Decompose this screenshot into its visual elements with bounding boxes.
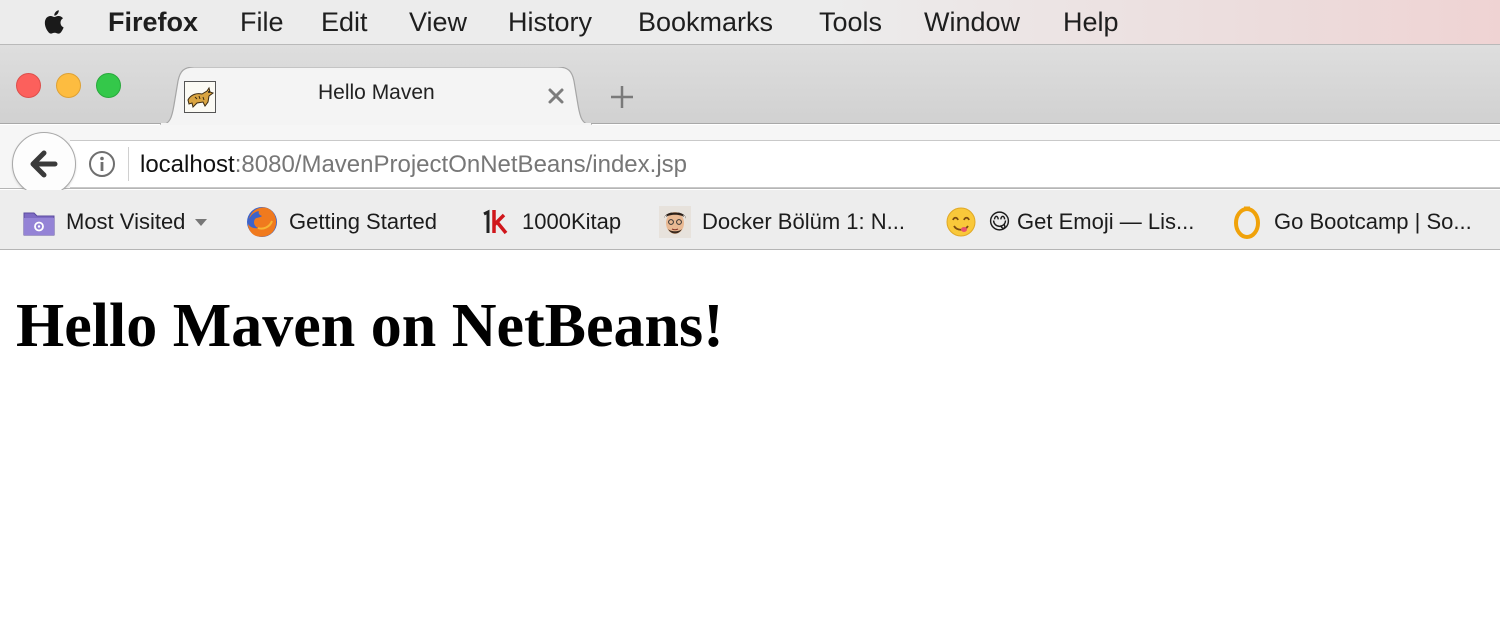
menu-view[interactable]: View <box>409 0 467 45</box>
bookmark-1000kitap[interactable]: 1000Kitap <box>478 200 621 244</box>
avatar-icon <box>658 205 692 239</box>
bookmark-get-emoji[interactable]: 😋 Get Emoji — Lis... <box>944 200 1194 244</box>
menu-window[interactable]: Window <box>924 0 1020 45</box>
menu-bookmarks[interactable]: Bookmarks <box>638 0 773 45</box>
tab-hello-maven[interactable]: Hello Maven <box>160 67 592 125</box>
tomcat-icon <box>184 81 216 113</box>
folder-icon <box>22 205 56 239</box>
url-host: localhost <box>140 151 235 178</box>
page-heading: Hello Maven on NetBeans! <box>16 292 724 360</box>
bookmark-getting-started[interactable]: Getting Started <box>245 200 437 244</box>
bookmark-label: Go Bootcamp | So... <box>1274 209 1472 234</box>
back-button[interactable] <box>12 132 76 196</box>
url-separator <box>128 147 129 181</box>
menu-file[interactable]: File <box>240 0 284 45</box>
window-minimize-button[interactable] <box>56 73 81 98</box>
window-maximize-button[interactable] <box>96 73 121 98</box>
window-close-button[interactable] <box>16 73 41 98</box>
chevron-down-icon <box>195 218 208 226</box>
bookmark-label: 1000Kitap <box>522 209 622 234</box>
bookmark-docker[interactable]: Docker Bölüm 1: N... <box>658 200 905 244</box>
url-input[interactable]: localhost:8080/MavenProjectOnNetBeans/in… <box>140 150 687 180</box>
site-info-icon[interactable] <box>88 150 116 178</box>
menu-help[interactable]: Help <box>1063 0 1119 45</box>
firefox-icon <box>245 205 279 239</box>
back-arrow-icon <box>30 150 58 178</box>
tab-close-icon[interactable] <box>545 85 567 107</box>
tab-title: Hello Maven <box>318 81 435 104</box>
apple-logo-icon[interactable] <box>40 7 70 37</box>
bookmark-label: Docker Bölüm 1: N... <box>702 209 905 234</box>
bookmark-label: 😋 Get Emoji — Lis... <box>988 209 1195 234</box>
menu-app-firefox[interactable]: Firefox <box>108 0 198 45</box>
url-path: :8080/MavenProjectOnNetBeans/index.jsp <box>234 151 687 178</box>
bookmark-go-bootcamp[interactable]: Go Bootcamp | So... <box>1230 200 1472 244</box>
bookmark-label: Getting Started <box>289 209 437 234</box>
go-bootcamp-icon <box>1230 205 1264 239</box>
1k-icon <box>478 205 512 239</box>
bookmark-label: Most Visited <box>66 209 186 234</box>
menu-history[interactable]: History <box>508 0 592 45</box>
menu-edit[interactable]: Edit <box>321 0 368 45</box>
bookmark-most-visited[interactable]: Most Visited <box>22 200 208 244</box>
menu-tools[interactable]: Tools <box>819 0 882 45</box>
new-tab-icon[interactable] <box>609 84 635 110</box>
emoji-icon <box>944 205 978 239</box>
menu-bar: Firefox File Edit View History Bookmarks… <box>0 0 1500 45</box>
